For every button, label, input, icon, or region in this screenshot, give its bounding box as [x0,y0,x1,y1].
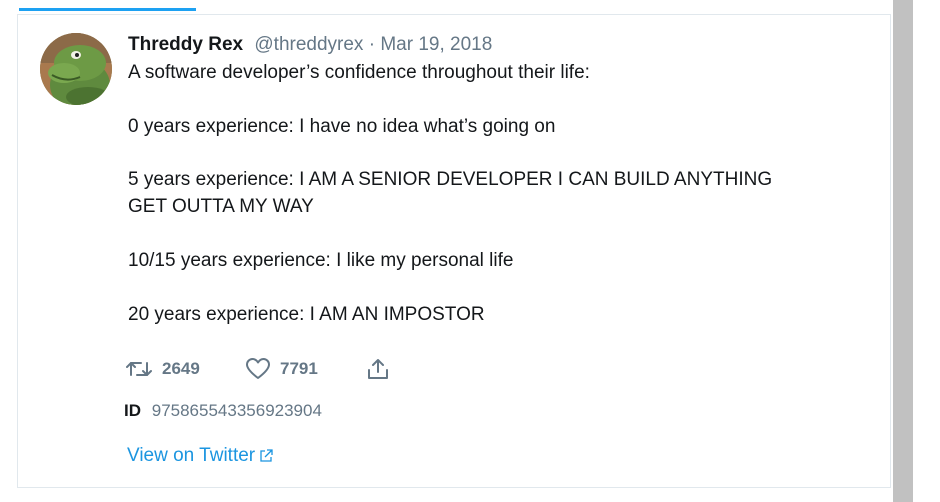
view-on-twitter-link[interactable]: View on Twitter [127,444,273,468]
header-separator: · [368,34,376,55]
tweet-text-line: 0 years experience: I have no idea what’… [128,116,556,137]
author-handle[interactable]: @threddyrex [254,34,363,55]
dinosaur-avatar-image [40,33,112,105]
tweet-id-row: ID 975865543356923904 [124,400,322,422]
like-count: 7791 [280,359,318,378]
scrollbar[interactable] [893,0,913,502]
tweet-text-line: A software developer’s confidence throug… [128,62,590,83]
id-value: 975865543356923904 [151,401,322,420]
share-button[interactable] [366,355,390,383]
author-name[interactable]: Threddy Rex [128,34,243,55]
tweet-text-line: GET OUTTA MY WAY [128,196,314,217]
retweet-button[interactable]: 2649 [126,355,200,383]
retweet-icon [126,362,152,376]
scrollbar-track [913,0,940,502]
avatar[interactable] [40,33,112,105]
heart-icon [246,358,270,379]
tweet-header: Threddy Rex @threddyrex · Mar 19, 2018 [128,33,492,57]
active-tab-indicator [19,8,196,11]
tweet-text-line: 20 years experience: I AM AN IMPOSTOR [128,304,485,325]
tweet-text-line: 5 years experience: I AM A SENIOR DEVELO… [128,169,773,190]
share-icon [368,359,388,379]
like-button[interactable]: 7791 [246,355,318,383]
retweet-count: 2649 [162,359,200,378]
id-label: ID [124,401,141,420]
tweet-date[interactable]: Mar 19, 2018 [380,34,492,55]
view-on-twitter-label: View on Twitter [127,445,256,466]
external-link-icon [260,449,273,462]
tweet-text-line: 10/15 years experience: I like my person… [128,250,514,271]
